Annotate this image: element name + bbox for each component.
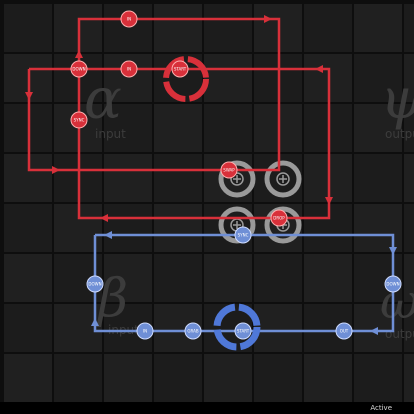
- grid-tile[interactable]: [304, 4, 352, 52]
- grid-tile[interactable]: [204, 104, 252, 152]
- grid-tile[interactable]: [4, 354, 52, 402]
- instruction-label: SYNC: [74, 118, 85, 123]
- reactor-board[interactable]: α input ψ output β input ω output: [0, 0, 414, 414]
- instruction-label: SYNC: [238, 233, 249, 238]
- grid-tile[interactable]: [354, 354, 402, 402]
- grid-tile[interactable]: [154, 254, 202, 302]
- zone-psi: ψ output: [380, 67, 414, 141]
- zone-alpha: α input: [84, 67, 126, 141]
- instruction-node[interactable]: SYNC: [70, 111, 88, 129]
- grid-tile[interactable]: [204, 254, 252, 302]
- instruction-label: IN: [127, 17, 131, 22]
- grid-tile[interactable]: [354, 154, 402, 202]
- grid-tile[interactable]: [4, 204, 52, 252]
- instruction-label: DOWN: [88, 282, 101, 287]
- grid-tile[interactable]: [154, 104, 202, 152]
- grid-tile[interactable]: [54, 354, 102, 402]
- grid-tile[interactable]: [204, 4, 252, 52]
- grid-tile[interactable]: [104, 154, 152, 202]
- instruction-node[interactable]: IN: [120, 10, 138, 28]
- grid-tile[interactable]: [354, 4, 402, 52]
- grid-tile[interactable]: [404, 204, 414, 252]
- grid-tile[interactable]: [4, 304, 52, 352]
- grid-tile[interactable]: [304, 354, 352, 402]
- zone-letter: α: [84, 67, 122, 132]
- grid-tile[interactable]: [254, 254, 302, 302]
- grid-tile[interactable]: [154, 4, 202, 52]
- instruction-node[interactable]: DOWN: [70, 60, 88, 78]
- instruction-node[interactable]: GRAB: [184, 322, 202, 340]
- grid-tile[interactable]: [4, 4, 52, 52]
- instruction-label: SWAP: [223, 168, 235, 173]
- grid-tile[interactable]: [404, 4, 414, 52]
- instruction-label: DOWN: [72, 67, 85, 72]
- zone-label: input: [95, 127, 126, 141]
- instruction-node[interactable]: START: [234, 322, 252, 340]
- instruction-node[interactable]: DOWN: [86, 275, 104, 293]
- instruction-label: DROP: [273, 216, 285, 221]
- grid-tile[interactable]: [204, 54, 252, 102]
- instruction-node[interactable]: IN: [120, 60, 138, 78]
- grid-tile[interactable]: [404, 154, 414, 202]
- grid-tile[interactable]: [304, 254, 352, 302]
- status-text: Active: [370, 404, 392, 412]
- grid-tile[interactable]: [104, 354, 152, 402]
- instruction-label: GRAB: [187, 329, 198, 334]
- zone-label: output: [385, 327, 414, 341]
- instruction-node[interactable]: IN: [136, 322, 154, 340]
- grid-tile[interactable]: [404, 354, 414, 402]
- instruction-node[interactable]: SWAP: [220, 161, 238, 179]
- zone-letter: ψ: [380, 67, 414, 132]
- status-bar: Active: [0, 402, 414, 414]
- grid-tile[interactable]: [204, 354, 252, 402]
- instruction-label: IN: [143, 329, 147, 334]
- grid-tile[interactable]: [154, 154, 202, 202]
- instruction-node[interactable]: START: [171, 60, 189, 78]
- instruction-label: DOWN: [386, 282, 399, 287]
- grid-tile[interactable]: [254, 354, 302, 402]
- instruction-node[interactable]: DOWN: [384, 275, 402, 293]
- grid-tile[interactable]: [154, 354, 202, 402]
- grid-tile[interactable]: [254, 304, 302, 352]
- grid-tile[interactable]: [154, 204, 202, 252]
- instruction-label: IN: [127, 67, 131, 72]
- instruction-label: START: [174, 67, 187, 72]
- instruction-node[interactable]: SYNC: [234, 226, 252, 244]
- grid-tile[interactable]: [4, 254, 52, 302]
- instruction-node[interactable]: OUT: [335, 322, 353, 340]
- zone-label: output: [385, 127, 414, 141]
- grid-tile[interactable]: [104, 204, 152, 252]
- grid: [4, 4, 414, 402]
- instruction-label: OUT: [340, 329, 349, 334]
- instruction-label: START: [237, 329, 250, 334]
- grid-tile[interactable]: [354, 204, 402, 252]
- instruction-node[interactable]: DROP: [270, 209, 288, 227]
